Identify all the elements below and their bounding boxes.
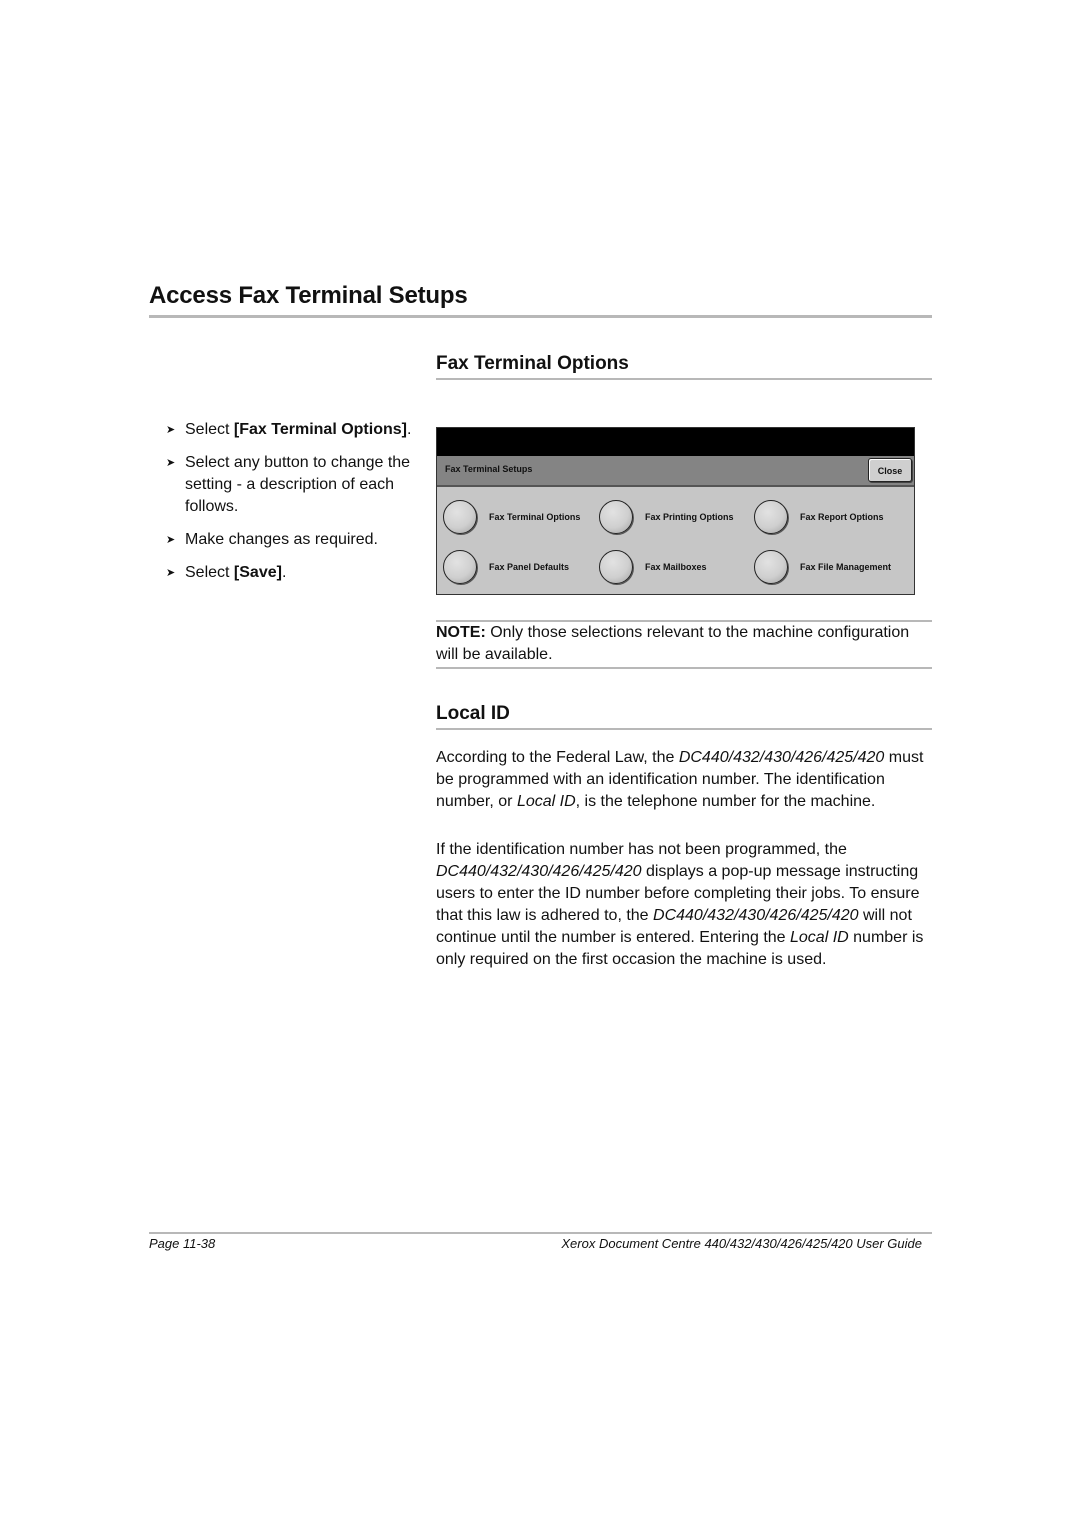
instruction-steps: ➤ Select [Fax Terminal Options]. ➤ Selec… [166, 419, 416, 595]
step-item: ➤ Select [Fax Terminal Options]. [166, 419, 416, 441]
section-heading-fax-terminal-options: Fax Terminal Options [436, 353, 629, 374]
round-button-icon[interactable] [599, 550, 633, 584]
title-divider [149, 315, 932, 318]
option-fax-report-options[interactable]: Fax Report Options [754, 497, 884, 537]
screen-titlebar: Fax Terminal Setups Close [437, 456, 914, 487]
body-text: , is the telephone number for the machin… [575, 793, 876, 810]
round-button-icon[interactable] [443, 550, 477, 584]
step-item: ➤ Select any button to change the settin… [166, 452, 416, 518]
body-text: If the identification number has not bee… [436, 841, 847, 858]
step-suffix: . [406, 421, 412, 438]
local-id-paragraph-1: According to the Federal Law, the DC440/… [436, 747, 932, 813]
section-divider [436, 378, 932, 380]
option-label: Fax Mailboxes [645, 562, 707, 572]
option-label: Fax Printing Options [645, 512, 734, 522]
arrowhead-bullet-icon: ➤ [166, 567, 176, 579]
option-fax-mailboxes[interactable]: Fax Mailboxes [599, 547, 707, 587]
step-item: ➤ Make changes as required. [166, 529, 416, 551]
note-label: NOTE: [436, 624, 486, 641]
emphasis-text: DC440/432/430/426/425/420 [678, 749, 885, 766]
step-text: Select any button to change the setting … [185, 454, 411, 515]
step-bold: [Save] [233, 564, 282, 581]
option-label: Fax Panel Defaults [489, 562, 570, 572]
round-button-icon[interactable] [443, 500, 477, 534]
section-divider [436, 728, 932, 730]
emphasis-text: Local ID [516, 793, 576, 810]
screen-header-bar [437, 428, 914, 456]
emphasis-text: Local ID [790, 929, 849, 946]
note: NOTE: Only those selections relevant to … [436, 622, 932, 666]
option-label: Fax Terminal Options [489, 512, 581, 522]
close-button[interactable]: Close [868, 458, 912, 482]
option-fax-printing-options[interactable]: Fax Printing Options [599, 497, 734, 537]
option-label: Fax Report Options [800, 512, 884, 522]
step-text: Select [185, 421, 234, 438]
step-bold: [Fax Terminal Options] [233, 421, 407, 438]
body-text: According to the Federal Law, the [436, 749, 679, 766]
round-button-icon[interactable] [754, 500, 788, 534]
option-fax-file-management[interactable]: Fax File Management [754, 547, 891, 587]
emphasis-text: DC440/432/430/426/425/420 [436, 863, 642, 880]
step-text: Select [185, 564, 234, 581]
option-fax-panel-defaults[interactable]: Fax Panel Defaults [443, 547, 569, 587]
step-suffix: . [281, 564, 287, 581]
screen-title: Fax Terminal Setups [445, 464, 533, 474]
fax-terminal-setups-screen: Fax Terminal Setups Close Fax Terminal O… [436, 427, 915, 595]
page-title: Access Fax Terminal Setups [149, 282, 468, 309]
arrowhead-bullet-icon: ➤ [166, 457, 176, 469]
step-item: ➤ Select [Save]. [166, 562, 416, 584]
note-divider-bottom [436, 667, 932, 669]
arrowhead-bullet-icon: ➤ [166, 534, 176, 546]
round-button-icon[interactable] [599, 500, 633, 534]
section-heading-local-id: Local ID [436, 703, 510, 724]
round-button-icon[interactable] [754, 550, 788, 584]
page-number: Page 11-38 [149, 1236, 216, 1251]
footer-divider [149, 1232, 932, 1234]
step-text: Make changes as required. [185, 531, 378, 548]
option-fax-terminal-options[interactable]: Fax Terminal Options [443, 497, 580, 537]
guide-title: Xerox Document Centre 440/432/430/426/42… [561, 1236, 922, 1251]
note-text: Only those selections relevant to the ma… [436, 624, 910, 663]
arrowhead-bullet-icon: ➤ [166, 424, 176, 436]
option-label: Fax File Management [800, 562, 892, 572]
emphasis-text: DC440/432/430/426/425/420 [653, 907, 859, 924]
local-id-paragraph-2: If the identification number has not bee… [436, 839, 932, 971]
